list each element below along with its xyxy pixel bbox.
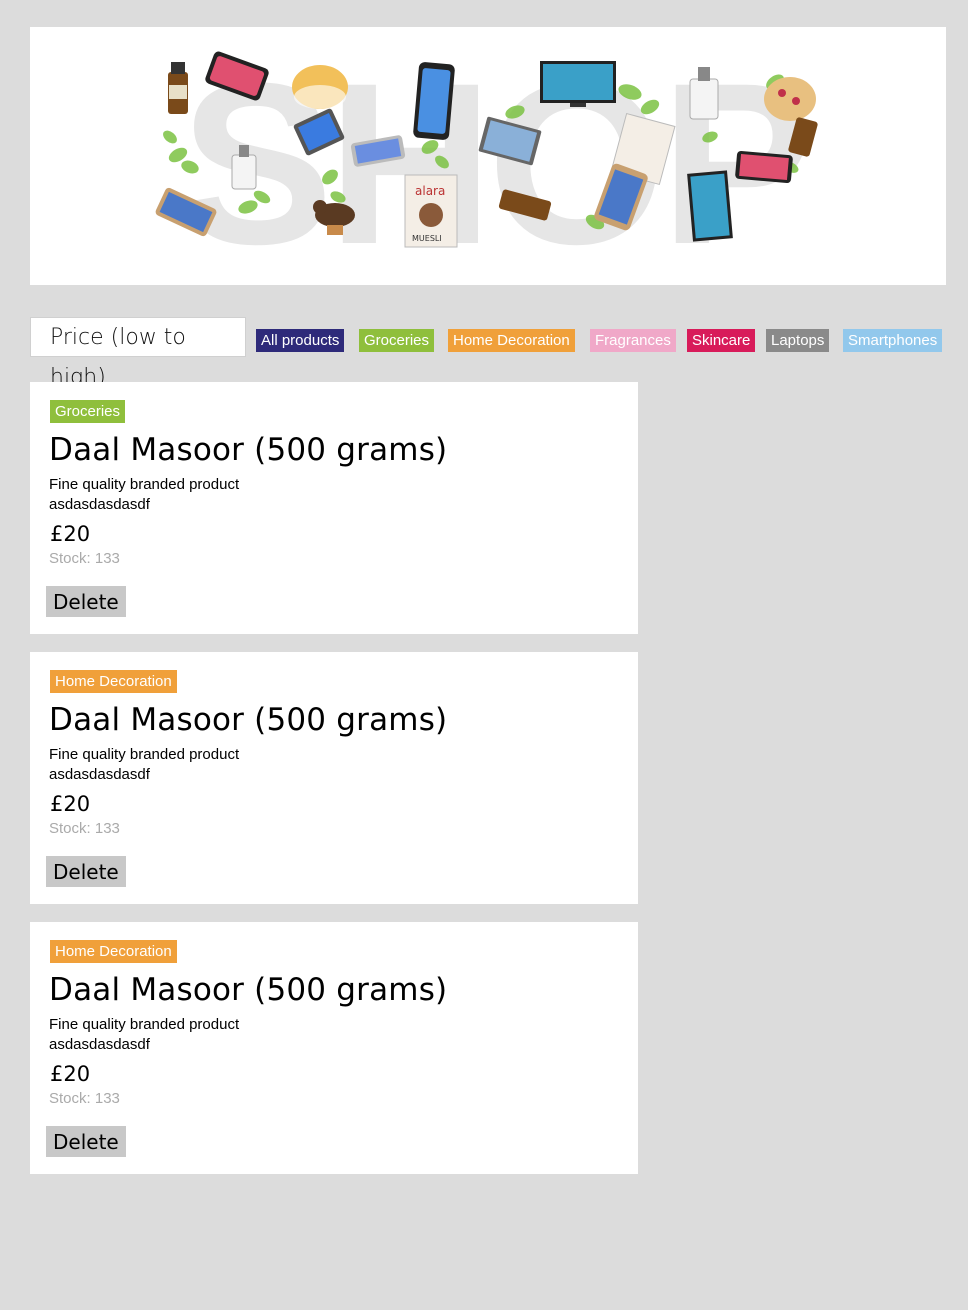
product-title: Daal Masoor (500 grams) (49, 702, 448, 738)
category-tag: Groceries (50, 400, 126, 423)
category-tag: Home Decoration (50, 940, 177, 963)
product-stock: Stock: 133 (49, 1090, 120, 1107)
filter-all-products[interactable]: All products (256, 329, 345, 352)
product-card: Home Decoration Daal Masoor (500 grams) … (30, 652, 638, 904)
product-price: £20 (50, 792, 91, 816)
product-price: £20 (50, 522, 91, 546)
product-stock: Stock: 133 (49, 550, 120, 567)
product-description: Fine quality branded product asdasdasdas… (49, 1015, 349, 1055)
shop-banner: SHOP alara MUESLI (30, 27, 946, 285)
product-stock: Stock: 133 (49, 820, 120, 837)
filter-skincare[interactable]: Skincare (687, 329, 756, 352)
filter-laptops[interactable]: Laptops (766, 329, 830, 352)
product-description: Fine quality branded product asdasdasdas… (49, 475, 349, 515)
product-title: Daal Masoor (500 grams) (49, 972, 448, 1008)
product-description: Fine quality branded product asdasdasdas… (49, 745, 349, 785)
description-line: asdasdasdasdf (49, 766, 150, 783)
delete-button[interactable]: Delete (46, 1126, 126, 1157)
description-line: Fine quality branded product (49, 746, 240, 763)
svg-text:alara: alara (415, 184, 445, 198)
description-line: Fine quality branded product (49, 476, 240, 493)
filter-groceries[interactable]: Groceries (359, 329, 435, 352)
filter-smartphones[interactable]: Smartphones (843, 329, 943, 352)
banner-product-collage: alara MUESLI (155, 51, 818, 248)
delete-button[interactable]: Delete (46, 856, 126, 887)
filter-fragrances[interactable]: Fragrances (590, 329, 676, 352)
description-line: Fine quality branded product (49, 1016, 240, 1033)
sort-select[interactable]: Price (low to high) (30, 317, 246, 390)
product-card: Home Decoration Daal Masoor (500 grams) … (30, 922, 638, 1174)
product-title: Daal Masoor (500 grams) (49, 432, 448, 468)
svg-text:MUESLI: MUESLI (412, 234, 442, 243)
category-tag: Home Decoration (50, 670, 177, 693)
filter-home-decoration[interactable]: Home Decoration (448, 329, 575, 352)
product-card: Groceries Daal Masoor (500 grams) Fine q… (30, 382, 638, 634)
description-line: asdasdasdasdf (49, 496, 150, 513)
delete-button[interactable]: Delete (46, 586, 126, 617)
description-line: asdasdasdasdf (49, 1036, 150, 1053)
product-price: £20 (50, 1062, 91, 1086)
